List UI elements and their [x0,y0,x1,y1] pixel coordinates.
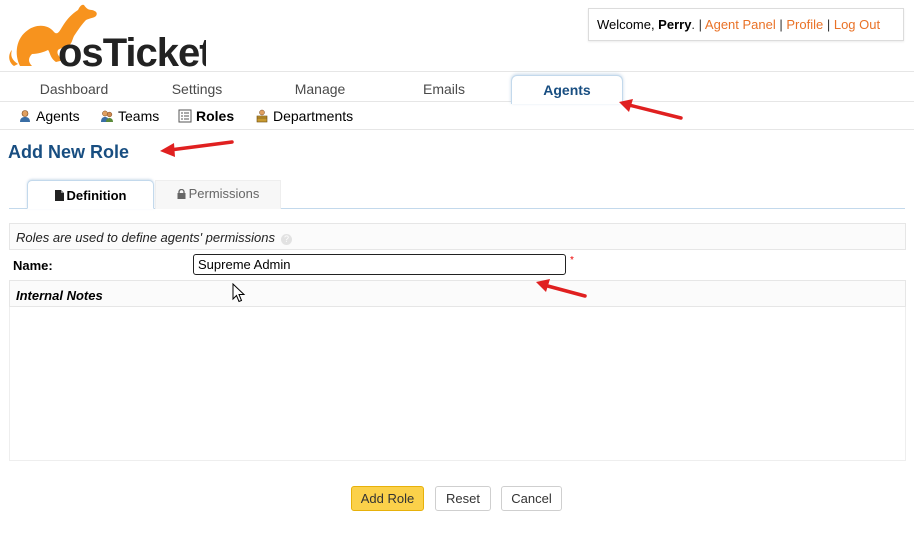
subnav-label: Roles [196,108,235,124]
mouse-cursor-icon [232,283,246,303]
logo-text: osTicket [58,31,206,70]
welcome-prefix: Welcome, [597,17,659,32]
annotation-arrow-icon [619,99,683,120]
roles-icon [178,109,192,123]
logo-ticket: Ticket [103,31,206,70]
agent-icon [20,110,30,122]
profile-link[interactable]: Profile [786,17,823,32]
nav-tab-emails[interactable]: Emails [384,72,504,102]
nav-tab-agents[interactable]: Agents [511,75,623,104]
sub-navigation: Agents Teams Roles Departments [0,102,914,130]
subnav-item-roles[interactable]: Roles [178,108,234,124]
info-text: Roles are used to define agents' permiss… [16,230,276,245]
subnav-item-departments[interactable]: Departments [255,108,353,124]
main-navigation: Dashboard Settings Manage Emails Agents [0,71,914,104]
team-icon [101,110,113,122]
separator: | [823,17,834,32]
required-mark: * [570,255,574,266]
form-info-row: Roles are used to define agents' permiss… [9,223,906,250]
internal-notes-editor[interactable] [9,307,906,461]
annotation-arrow-icon [536,279,587,298]
lock-icon [177,188,186,199]
tab-label: Permissions [188,186,260,201]
add-role-button[interactable]: Add Role [351,486,424,511]
nav-tab-manage[interactable]: Manage [260,72,380,102]
name-label: Name: [13,258,53,273]
user-welcome-bar: Welcome, Perry. | Agent Panel | Profile … [588,8,904,41]
nav-tab-settings[interactable]: Settings [137,72,257,102]
annotation-arrow-icon [160,140,234,157]
separator: . | [691,17,705,32]
role-form: Roles are used to define agents' permiss… [9,223,906,461]
department-icon [256,109,268,123]
form-tabs: Definition Permissions [9,180,905,209]
role-name-input[interactable] [193,254,566,275]
subnav-item-agents[interactable]: Agents [18,108,80,124]
separator: | [775,17,787,32]
help-icon[interactable]: ? [281,234,293,245]
logout-link[interactable]: Log Out [834,17,880,32]
logo-os: os [58,31,103,70]
subnav-label: Agents [36,108,80,124]
user-name: Perry [658,17,692,32]
tab-permissions[interactable]: Permissions [155,180,281,209]
tab-label: Definition [66,188,127,203]
cancel-button[interactable]: Cancel [501,486,562,511]
page-title: Add New Role [8,142,130,162]
tab-definition[interactable]: Definition [27,180,154,209]
osticket-logo[interactable]: osTicket [6,2,206,70]
agent-panel-link[interactable]: Agent Panel [705,17,776,32]
reset-button[interactable]: Reset [435,486,491,511]
subnav-label: Departments [273,108,354,124]
nav-tab-dashboard[interactable]: Dashboard [14,72,134,102]
subnav-item-teams[interactable]: Teams [100,108,159,124]
internal-notes-header: Internal Notes [9,280,906,307]
document-icon [54,190,64,201]
subnav-label: Teams [118,108,160,124]
